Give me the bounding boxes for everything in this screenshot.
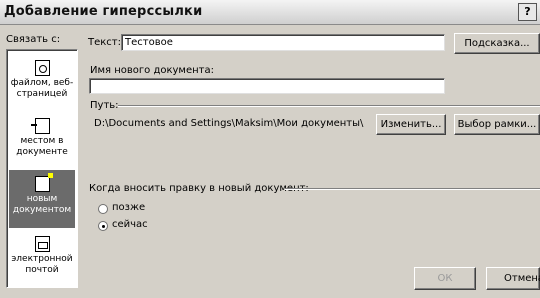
edit-later-label: позже [112, 202, 146, 213]
path-value: D:\Documents and Settings\Maksim\Мои док… [94, 118, 364, 129]
document-place-icon [30, 118, 50, 134]
email-icon [34, 236, 50, 252]
new-document-name-input[interactable] [89, 78, 445, 94]
text-label: Текст: [88, 37, 121, 48]
edit-now-label: сейчас [112, 219, 148, 230]
web-page-icon [34, 60, 50, 76]
edit-later-radio[interactable] [98, 204, 108, 214]
sidebar-item-document-place[interactable]: местом в документе [9, 112, 75, 170]
sidebar-item-label: электронной почтой [11, 254, 73, 275]
sidebar-item-email[interactable]: электронной почтой [9, 230, 75, 288]
change-button[interactable]: Изменить... [376, 114, 446, 135]
edit-when-separator [285, 188, 540, 190]
link-to-label: Связать с: [6, 34, 61, 45]
edit-when-label: Когда вносить правку в новый документ: [89, 183, 309, 194]
text-input[interactable]: Тестовое [121, 34, 445, 51]
path-separator [118, 105, 540, 107]
sidebar-item-label: новым документом [12, 194, 72, 215]
sidebar-item-new-document[interactable]: новым документом [9, 170, 75, 228]
edit-now-radio[interactable] [98, 221, 108, 231]
frame-select-button[interactable]: Выбор рамки... [454, 114, 540, 135]
sidebar-item-web-page[interactable]: файлом, веб-страницей [9, 54, 75, 112]
window-title: Добавление гиперссылки [4, 4, 203, 19]
cancel-button[interactable]: Отмена [486, 267, 540, 290]
link-to-sidebar: файлом, веб-страницей местом в документе… [6, 49, 78, 288]
new-document-icon [34, 173, 53, 192]
help-button[interactable]: ? [518, 3, 537, 21]
tooltip-button[interactable]: Подсказка... [454, 33, 540, 54]
new-document-name-label: Имя нового документа: [90, 65, 214, 76]
sidebar-item-label: местом в документе [16, 136, 68, 157]
sidebar-item-label: файлом, веб-страницей [10, 78, 74, 99]
ok-button[interactable]: ОК [414, 267, 476, 290]
path-label: Путь: [90, 100, 119, 111]
title-bar: Добавление гиперссылки ? [0, 0, 540, 25]
